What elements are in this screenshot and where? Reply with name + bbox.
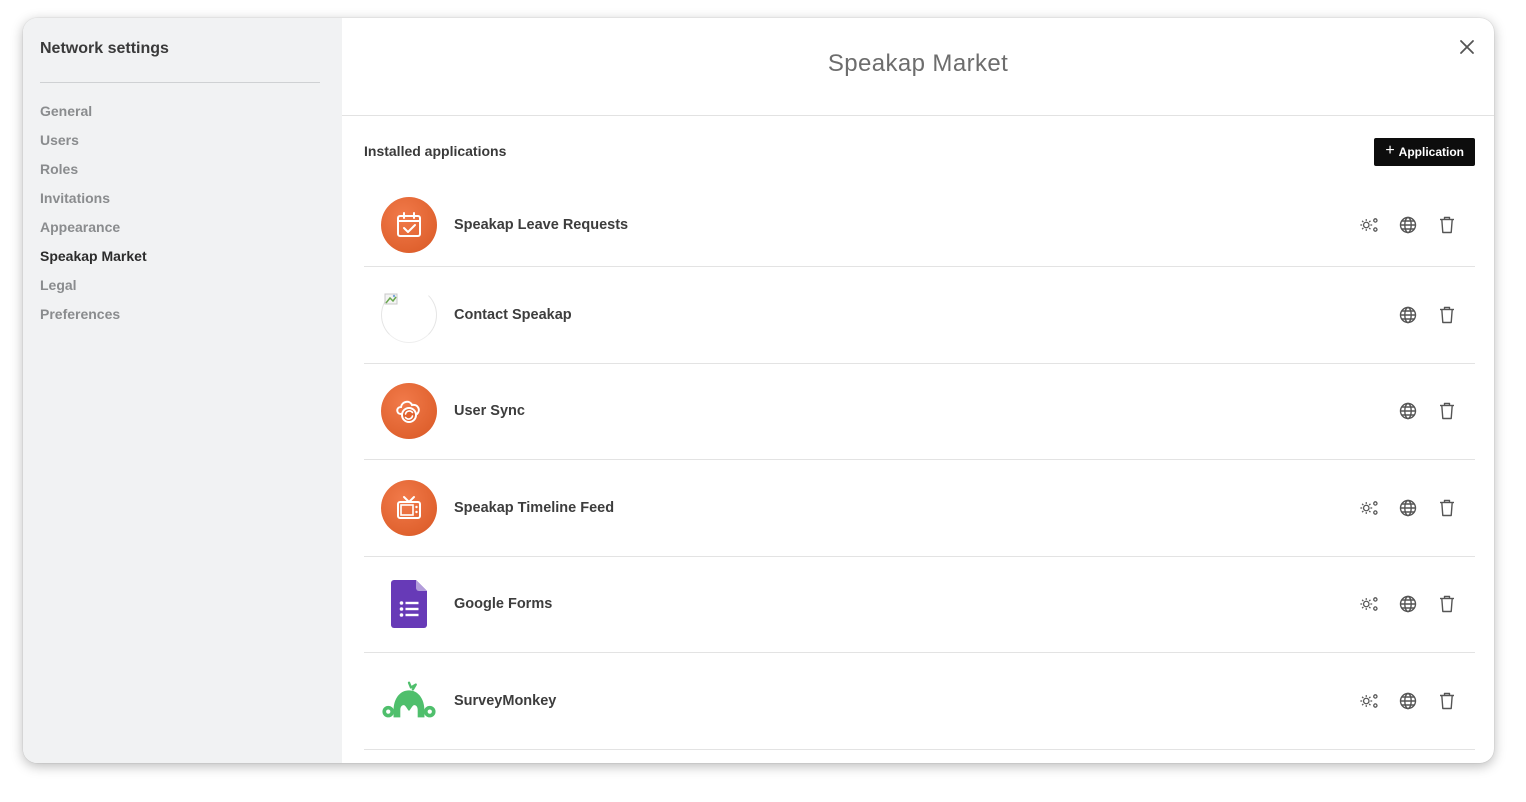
sidebar-title: Network settings	[40, 40, 169, 57]
add-application-label: Application	[1398, 144, 1464, 159]
cloud-sync-icon	[381, 383, 437, 440]
sidebar-item-users[interactable]: Users	[40, 126, 325, 155]
app-row: SurveyMonkey	[364, 653, 1475, 750]
trash-icon[interactable]	[1437, 498, 1457, 518]
globe-icon[interactable]	[1398, 401, 1418, 421]
app-row: Speakap Timeline Feed	[364, 460, 1475, 557]
trash-icon[interactable]	[1437, 594, 1457, 614]
trash-icon[interactable]	[1437, 215, 1457, 235]
app-actions	[1359, 498, 1457, 518]
app-actions	[1359, 215, 1457, 235]
sidebar-item-roles[interactable]: Roles	[40, 155, 325, 184]
sidebar-nav: General Users Roles Invitations Appearan…	[40, 97, 325, 329]
globe-icon[interactable]	[1398, 305, 1418, 325]
tv-icon	[381, 479, 437, 536]
app-row: User Sync	[364, 364, 1475, 460]
app-name: User Sync	[454, 403, 525, 420]
section-title: Installed applications	[364, 142, 507, 159]
app-row: Google Forms	[364, 557, 1475, 653]
app-row: Speakap Leave Requests	[364, 184, 1475, 267]
globe-icon[interactable]	[1398, 594, 1418, 614]
trash-icon[interactable]	[1437, 691, 1457, 711]
content: Installed applications + Application Spe…	[342, 116, 1494, 750]
sidebar-divider	[40, 82, 320, 83]
page-title: Speakap Market	[827, 49, 1009, 77]
globe-icon[interactable]	[1398, 215, 1418, 235]
globe-icon[interactable]	[1398, 691, 1418, 711]
app-actions	[1359, 691, 1457, 711]
sidebar-item-speakap-market[interactable]: Speakap Market	[40, 242, 325, 271]
add-application-button[interactable]: + Application	[1374, 137, 1475, 166]
globe-icon[interactable]	[1398, 498, 1418, 518]
app-name: SurveyMonkey	[454, 692, 557, 709]
calendar-check-icon	[381, 197, 437, 253]
trash-icon[interactable]	[1437, 305, 1457, 325]
app-name: Google Forms	[454, 596, 553, 613]
app-name: Contact Speakap	[454, 306, 572, 323]
app-name: Speakap Leave Requests	[454, 217, 629, 233]
sidebar-item-appearance[interactable]: Appearance	[40, 213, 325, 242]
trash-icon[interactable]	[1437, 401, 1457, 421]
app-row: Contact Speakap	[364, 267, 1475, 364]
main-panel: Speakap Market Installed applications + …	[342, 18, 1494, 763]
settings-window: Network settings General Users Roles Inv…	[23, 18, 1494, 763]
settings-gears-icon[interactable]	[1359, 594, 1379, 614]
sidebar-item-invitations[interactable]: Invitations	[40, 184, 325, 213]
settings-gears-icon[interactable]	[1359, 215, 1379, 235]
app-actions	[1398, 305, 1457, 325]
sidebar-item-preferences[interactable]: Preferences	[40, 300, 325, 329]
main-header: Speakap Market	[342, 18, 1494, 116]
broken-image-icon	[381, 286, 437, 343]
app-actions	[1398, 401, 1457, 421]
plus-icon: +	[1385, 142, 1395, 159]
settings-gears-icon[interactable]	[1359, 691, 1379, 711]
settings-gears-icon[interactable]	[1359, 498, 1379, 518]
sidebar-item-general[interactable]: General	[40, 97, 325, 126]
app-actions	[1359, 594, 1457, 614]
sidebar-item-legal[interactable]: Legal	[40, 271, 325, 300]
close-icon[interactable]	[1458, 38, 1476, 56]
surveymonkey-icon	[381, 673, 437, 729]
section-header: Installed applications + Application	[364, 116, 1475, 184]
app-list: Speakap Leave Requests Contact Speakap U…	[364, 184, 1475, 750]
sidebar: Network settings General Users Roles Inv…	[23, 18, 342, 763]
app-name: Speakap Timeline Feed	[454, 499, 615, 516]
google-forms-icon	[381, 576, 437, 632]
